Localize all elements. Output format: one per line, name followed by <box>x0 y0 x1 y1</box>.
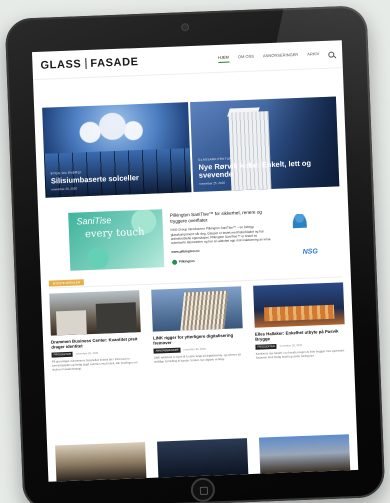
ad-partner-name: Pilkington <box>178 259 195 264</box>
check-icon <box>171 259 177 265</box>
ad-text: Pilkington SaniTise™ for sikkerhet, rene… <box>170 205 274 267</box>
site-logo[interactable]: GLASS FASADE <box>40 56 139 72</box>
article-date: november 26, 2020 <box>183 347 206 352</box>
search-icon[interactable] <box>328 51 335 58</box>
article-date: november 26, 2020 <box>75 351 99 356</box>
article-card[interactable]: Elles Hallaker: Enkelhet utbyte på Pasvi… <box>253 282 346 364</box>
nav-item-om-oss[interactable]: OM OSS <box>238 54 254 62</box>
ad-brand: SaniTise <box>76 215 112 227</box>
hero-caption: GLASSARKITEKTUR Nye Rørvik kirke: Enkelt… <box>198 152 333 186</box>
article-excerpt: LINK arkitektur er klare til å satse tun… <box>153 352 241 364</box>
hero-row: BYGG OG ENERGI Silisiumbaserte solceller… <box>42 96 340 198</box>
ad-headline: Pilkington SaniTise™ for sikkerhet, rene… <box>169 209 262 224</box>
ad-link[interactable]: www.pilkington.no <box>171 246 272 254</box>
ad-partner: Pilkington <box>171 256 274 265</box>
article-badge[interactable]: PROSJEKTER <box>51 351 73 358</box>
article-image[interactable] <box>253 282 345 328</box>
hero-image-clouds <box>62 109 154 147</box>
ad-slogan: every touch <box>84 226 145 241</box>
logo-right: FASADE <box>90 55 139 70</box>
nav-item-annonseringer[interactable]: ANNONSERINGER <box>263 52 299 60</box>
article-image[interactable] <box>258 434 351 474</box>
article-card[interactable]: Drammen Business Center: Kvantitet preit… <box>49 290 142 372</box>
article-date: november 20, 2020 <box>279 343 303 348</box>
article-card[interactable]: LINK rigger for ytterligere digitaliseri… <box>151 286 244 368</box>
tablet-frame: GLASS FASADE HJEM OM OSS ANNONSERINGER A… <box>4 5 386 503</box>
article-grid: Drammen Business Center: Kvantitet preit… <box>49 282 346 372</box>
ad-logo: NSG <box>302 248 318 256</box>
home-button[interactable] <box>190 477 216 503</box>
person-add-icon <box>292 213 307 229</box>
ad-right: NSG <box>279 203 320 262</box>
nav-item-hjem[interactable]: HJEM <box>217 54 230 63</box>
article-title[interactable]: Drammen Business Center: Kvantitet preit… <box>51 336 141 350</box>
article-image[interactable] <box>55 442 147 482</box>
advertisement[interactable]: SaniTise every touch Pilkington SaniTise… <box>68 203 320 271</box>
article-excerpt: På grunnlaget i Drammens Sorgnellas kvar… <box>51 356 138 372</box>
ad-image: SaniTise every touch <box>68 209 164 271</box>
logo-left: GLASS <box>40 57 82 72</box>
article-grid-row-2 <box>55 434 351 482</box>
site-header: GLASS FASADE HJEM OM OSS ANNONSERINGER A… <box>31 40 343 81</box>
hero-card[interactable]: BYGG OG ENERGI Silisiumbaserte solceller… <box>42 102 192 198</box>
article-image[interactable] <box>157 438 249 478</box>
nav-item-arkiv[interactable]: ARKIV <box>307 51 319 58</box>
article-badge[interactable]: ANNONSERINGER <box>153 347 181 354</box>
hero-card[interactable]: GLASSARKITEKTUR Nye Rørvik kirke: Enkelt… <box>190 96 340 193</box>
article-image[interactable] <box>49 290 141 336</box>
camera-icon <box>182 24 189 31</box>
logo-divider <box>85 58 87 70</box>
article-title[interactable]: Elles Hallaker: Enkelhet utbyte på Pasvi… <box>255 328 345 343</box>
main-nav: HJEM OM OSS ANNONSERINGER ARKIV <box>217 50 335 63</box>
article-image[interactable] <box>151 286 243 332</box>
article-title[interactable]: LINK rigger for ytterligere digitaliseri… <box>153 332 243 346</box>
ad-body: NSG Group introduserer Pilkington SaniTi… <box>170 225 272 246</box>
article-excerpt: Kantinens nye lokaler i ny fasade preget… <box>255 348 345 360</box>
screen: GLASS FASADE HJEM OM OSS ANNONSERINGER A… <box>31 40 359 482</box>
article-badge[interactable]: PROSJEKTER <box>255 343 277 350</box>
